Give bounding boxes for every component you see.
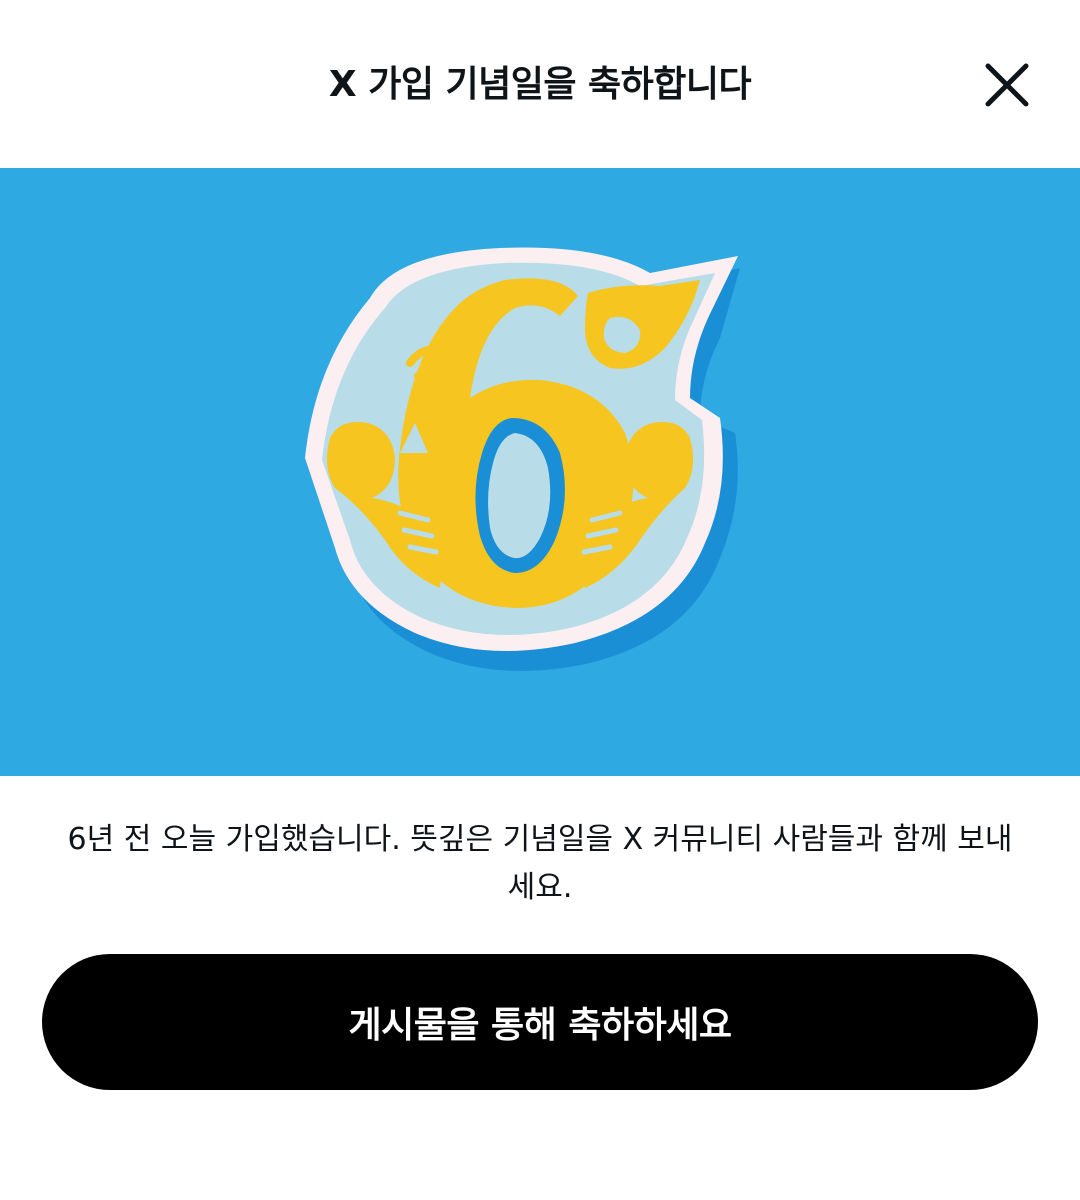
paper-cut-number-illustration [0,168,1080,776]
celebrate-with-post-button[interactable]: 게시물을 통해 축하하세요 [42,954,1038,1090]
close-icon [985,63,1029,107]
celebrate-button-label: 게시물을 통해 축하하세요 [348,1005,732,1046]
close-button[interactable] [978,56,1036,114]
dialog-header: X 가입 기념일을 축하합니다 [0,0,1080,168]
dialog-title: X 가입 기념일을 축하합니다 [328,64,752,105]
anniversary-message: 6년 전 오늘 가입했습니다. 뜻깊은 기념일을 X 커뮤니티 사람들과 함께 … [67,822,1013,905]
anniversary-hero-image [0,168,1080,776]
